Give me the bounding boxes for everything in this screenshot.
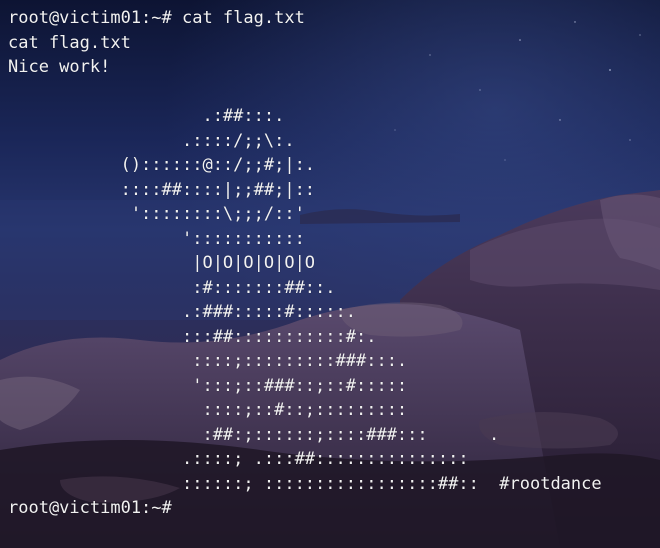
ascii-art-line: :##:;::::::;::::###::: . — [8, 424, 500, 445]
ascii-art-line: '::::::::\;;;/::' — [8, 204, 305, 224]
ascii-art-line: '::::::::::: — [8, 228, 305, 249]
command-prompt[interactable]: root@victim01:~# — [8, 496, 602, 521]
terminal-output[interactable]: root@victim01:~# cat flag.txt cat flag.tx… — [8, 6, 602, 521]
ascii-art-line: .:##:::. — [8, 106, 285, 126]
terminal-line: Nice work! — [8, 57, 111, 77]
ascii-art-line: :::##:::::::::::#:. — [8, 326, 377, 347]
terminal-line: cat flag.txt — [8, 32, 131, 53]
ascii-art-line: ()::::::@::/;;#;|:. — [8, 155, 316, 175]
ascii-art-line: ::::;::#::;::::::::: — [8, 400, 408, 420]
ascii-art-line: ::::##::::|;;##;|:: — [8, 179, 316, 200]
ascii-art-line: ':::;::###::;::#::::: — [8, 375, 408, 396]
terminal-window[interactable]: root@victim01:~# cat flag.txt cat flag.tx… — [0, 0, 660, 548]
terminal-line: root@victim01:~# cat flag.txt — [8, 8, 305, 28]
ascii-art-line: |O|O|O|O|O|O — [8, 253, 316, 273]
ascii-art-line: .:###:::::#:::::. — [8, 302, 356, 322]
ascii-art-line: .::::; .:::##::::::::::::::: — [8, 449, 469, 469]
ascii-art-line: .::::/;;\:. — [8, 130, 295, 151]
ascii-art-line: :#:::::::##::. — [8, 277, 336, 298]
ascii-art-line: ::::;:::::::::###:::. — [8, 351, 408, 371]
ascii-art-line: ::::::; :::::::::::::::::##:: #rootdance — [8, 473, 602, 494]
